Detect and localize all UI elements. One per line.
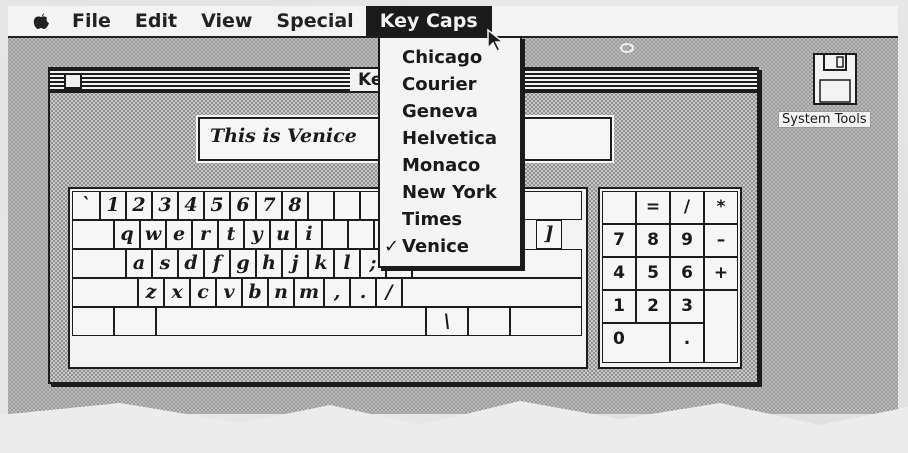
apple-icon[interactable] [8, 11, 60, 31]
numeric-keypad: = / * 7 8 9 – 4 5 6 + 1 2 3 0 . [598, 187, 742, 369]
torn-edge [0, 401, 908, 453]
menu-bar: File Edit View Special Key Caps [8, 6, 898, 38]
key[interactable]: x [164, 278, 190, 307]
key-option[interactable] [72, 307, 114, 336]
key[interactable] [334, 191, 360, 220]
key[interactable]: b [242, 278, 268, 307]
key[interactable]: i [296, 220, 322, 249]
key[interactable]: z [138, 278, 164, 307]
key-shift-right[interactable] [402, 278, 582, 307]
keypad-key[interactable]: 5 [636, 257, 670, 290]
keypad-key[interactable]: . [670, 323, 704, 363]
keypad-key[interactable]: 4 [602, 257, 636, 290]
keypad-key[interactable]: 8 [636, 224, 670, 257]
menu-item-courier[interactable]: Courier [380, 71, 520, 98]
keypad-key[interactable]: = [636, 191, 670, 224]
sample-text: This is Venice [210, 125, 357, 147]
key[interactable]: h [256, 249, 282, 278]
menu-view[interactable]: View [189, 6, 264, 36]
arrow-cursor-icon [487, 28, 506, 52]
keypad-key[interactable]: 7 [602, 224, 636, 257]
keypad-key[interactable]: 1 [602, 290, 636, 323]
key-tab[interactable] [72, 220, 114, 249]
key[interactable]: 4 [178, 191, 204, 220]
key[interactable]: f [204, 249, 230, 278]
keypad-key[interactable]: / [670, 191, 704, 224]
key[interactable]: s [152, 249, 178, 278]
key[interactable]: j [282, 249, 308, 278]
key[interactable]: , [324, 278, 350, 307]
menu-item-venice[interactable]: ✓ Venice [380, 233, 520, 260]
floppy-disk-icon[interactable] [812, 52, 858, 106]
keypad-key[interactable]: + [704, 257, 738, 290]
key[interactable]: l [334, 249, 360, 278]
key[interactable] [308, 191, 334, 220]
keypad-key[interactable]: * [704, 191, 738, 224]
key-option-right[interactable] [510, 307, 582, 336]
menu-file[interactable]: File [60, 6, 123, 36]
menu-item-new-york[interactable]: New York [380, 179, 520, 206]
key[interactable]: 8 [282, 191, 308, 220]
key[interactable]: 1 [100, 191, 126, 220]
key-enter[interactable] [468, 307, 510, 336]
menu-item-times[interactable]: Times [380, 206, 520, 233]
keypad-key[interactable] [602, 191, 636, 224]
keypad-key[interactable]: 6 [670, 257, 704, 290]
key[interactable]: ` [72, 191, 100, 220]
key[interactable]: 5 [204, 191, 230, 220]
menu-special[interactable]: Special [264, 6, 365, 36]
close-box[interactable] [64, 73, 82, 89]
keypad-key[interactable]: 0 [602, 323, 670, 363]
menu-edit[interactable]: Edit [123, 6, 189, 36]
keypad-enter[interactable] [704, 290, 738, 363]
font-menu: Chicago Courier Geneva Helvetica Monaco … [378, 36, 522, 268]
keypad-key[interactable]: 9 [670, 224, 704, 257]
key[interactable]: r [192, 220, 218, 249]
paperclip-icon [620, 43, 634, 53]
check-mark-icon: ✓ [384, 236, 400, 257]
key[interactable]: u [270, 220, 296, 249]
key[interactable]: ] [536, 220, 562, 249]
key[interactable]: e [166, 220, 192, 249]
key-caps-lock[interactable] [72, 249, 126, 278]
key-command[interactable] [114, 307, 156, 336]
menu-key-caps[interactable]: Key Caps [365, 6, 492, 36]
key[interactable]: 3 [152, 191, 178, 220]
key[interactable]: g [230, 249, 256, 278]
menu-item-label: Venice [402, 236, 470, 257]
key[interactable] [348, 220, 374, 249]
key[interactable]: k [308, 249, 334, 278]
key[interactable]: q [114, 220, 140, 249]
key[interactable]: a [126, 249, 152, 278]
key[interactable]: 6 [230, 191, 256, 220]
key[interactable]: v [216, 278, 242, 307]
disk-label[interactable]: System Tools [778, 111, 871, 128]
key[interactable]: m [294, 278, 324, 307]
menu-item-helvetica[interactable]: Helvetica [380, 125, 520, 152]
key[interactable]: / [376, 278, 402, 307]
menu-item-monaco[interactable]: Monaco [380, 152, 520, 179]
key[interactable]: d [178, 249, 204, 278]
keypad-key[interactable]: – [704, 224, 738, 257]
key[interactable]: y [244, 220, 270, 249]
key-shift-left[interactable] [72, 278, 138, 307]
key[interactable]: . [350, 278, 376, 307]
key[interactable]: t [218, 220, 244, 249]
key[interactable]: c [190, 278, 216, 307]
menu-item-geneva[interactable]: Geneva [380, 98, 520, 125]
key-space[interactable] [156, 307, 426, 336]
keypad-key[interactable]: 2 [636, 290, 670, 323]
key[interactable]: \ [426, 307, 468, 336]
key[interactable] [322, 220, 348, 249]
keypad-key[interactable]: 3 [670, 290, 704, 323]
key[interactable]: 7 [256, 191, 282, 220]
key[interactable]: n [268, 278, 294, 307]
key[interactable]: w [140, 220, 166, 249]
key[interactable]: 2 [126, 191, 152, 220]
